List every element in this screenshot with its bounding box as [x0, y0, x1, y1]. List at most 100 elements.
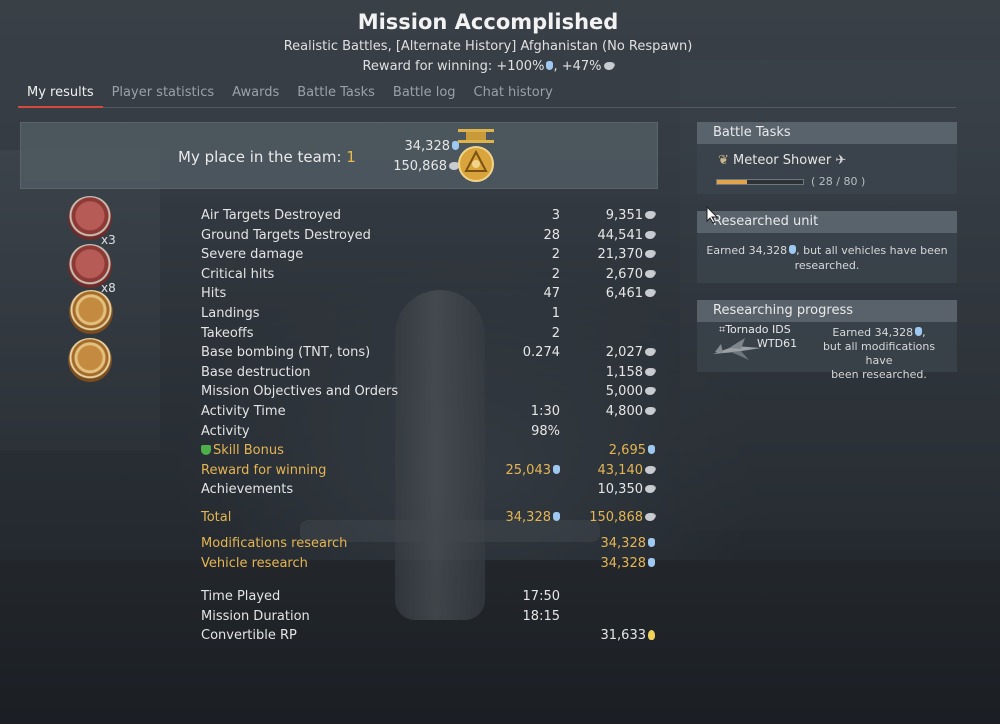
- researched-unit-header: Researched unit: [697, 211, 957, 233]
- result-label-text: Achievements: [201, 482, 294, 498]
- task-wings-icon: ❦: [718, 153, 729, 168]
- result-row-10: Activity Time 1:30 4,800: [0, 404, 660, 424]
- result-label-text: Base bombing (TNT, tons): [201, 345, 371, 361]
- result-count: 2: [460, 326, 560, 341]
- research-progress-message: Earned 34,328, but all modifications hav…: [822, 326, 936, 381]
- research-points-icon: [648, 558, 655, 567]
- silver-lions-icon: [645, 230, 655, 239]
- result-reward: 150,868: [540, 510, 655, 525]
- silver-lions-icon: [645, 485, 655, 494]
- place-rp-total: 34,328: [351, 139, 459, 154]
- silver-lions-icon: [645, 513, 655, 521]
- result-label-text: Hits: [201, 286, 227, 302]
- research-points-icon: [648, 445, 655, 455]
- battle-task-progress-fill: [717, 180, 748, 184]
- silver-lions-icon: [645, 367, 655, 376]
- team-place-panel: My place in the team: 1 34,328 150,868: [20, 122, 658, 189]
- team-place-text: My place in the team:: [178, 148, 347, 166]
- result-row-total: Total 34,328 150,868: [0, 510, 660, 530]
- research-points-icon: [915, 327, 923, 336]
- result-label: Time Played: [201, 589, 280, 604]
- result-reward-value: 44,541: [597, 227, 644, 243]
- result-reward-value: 31,633: [600, 628, 647, 643]
- battle-task-name: Meteor Shower: [733, 153, 832, 168]
- result-count-value: 1: [551, 306, 560, 321]
- battle-task-item[interactable]: ❦ Meteor Shower ✈: [718, 153, 846, 168]
- result-reward-value: 150,868: [589, 510, 643, 525]
- battle-tasks-panel: Battle Tasks ❦ Meteor Shower ✈ ( 28 / 80…: [697, 122, 957, 194]
- result-reward-value: 2,695: [608, 443, 646, 459]
- result-reward-value: 2,027: [605, 345, 643, 361]
- place-sl-value: 150,868: [393, 159, 447, 174]
- result-row-0: Air Targets Destroyed 3 9,351: [0, 208, 660, 228]
- result-reward-value: 9,351: [605, 208, 643, 223]
- battle-task-progress-text: ( 28 / 80 ): [811, 175, 866, 188]
- silver-lions-icon: [645, 250, 655, 259]
- research-unit-line1: ⌗Tornado IDS: [719, 323, 791, 336]
- mission-subtitle: Realistic Battles, [Alternate History] A…: [283, 39, 693, 54]
- research-msg-line3: been researched.: [831, 368, 927, 381]
- result-label-text: Landings: [201, 306, 260, 321]
- result-row-12: Skill Bonus 2,695: [0, 443, 660, 463]
- result-row-3: Critical hits 2 2,670: [0, 267, 660, 287]
- result-count-value: 18:15: [522, 609, 560, 624]
- silver-lions-icon: [645, 289, 655, 298]
- tab-battle-log[interactable]: Battle log: [384, 82, 465, 108]
- result-label-text: Mission Duration: [201, 609, 310, 624]
- result-label-text: Total: [201, 510, 232, 525]
- result-label-text: Reward for winning: [201, 462, 327, 478]
- tab-my-results[interactable]: My results: [18, 82, 103, 108]
- result-label-text: Convertible RP: [201, 628, 297, 643]
- result-label: Base bombing (TNT, tons): [201, 345, 370, 360]
- result-row-1: Ground Targets Destroyed 28 44,541: [0, 228, 660, 248]
- result-row-convertible-rp: Convertible RP 31,633: [0, 628, 660, 648]
- result-row-13: Reward for winning 25,043 43,140: [0, 463, 660, 483]
- result-reward: 34,328: [540, 556, 655, 571]
- convertible-rp-icon: [648, 630, 655, 640]
- result-reward: 2,695: [540, 443, 655, 458]
- result-label-text: Time Played: [201, 589, 281, 604]
- skill-bonus-icon: [201, 445, 211, 456]
- result-label-text: Takeoffs: [201, 325, 254, 341]
- tab-battle-tasks[interactable]: Battle Tasks: [288, 82, 384, 108]
- result-label-text: Severe damage: [201, 247, 304, 263]
- result-label: Hits: [201, 286, 226, 301]
- tab-chat-history[interactable]: Chat history: [465, 82, 562, 108]
- battle-task-progress-bar: [716, 179, 804, 185]
- result-reward: 44,541: [540, 228, 655, 243]
- win-reward-sl-text: , +47%: [553, 59, 602, 74]
- result-label: Base destruction: [201, 365, 311, 380]
- result-row-2: Severe damage 2 21,370: [0, 247, 660, 267]
- result-label: Activity: [201, 424, 250, 439]
- result-row-mission-duration: Mission Duration 18:15: [0, 609, 660, 629]
- result-label-text: Critical hits: [201, 266, 275, 282]
- result-count: 18:15: [460, 609, 560, 624]
- result-row-8: Base destruction 1,158: [0, 365, 660, 385]
- result-label-text: Activity Time: [201, 404, 286, 419]
- first-place-medal-icon: [458, 129, 494, 182]
- result-label: Achievements: [201, 482, 293, 497]
- result-reward-value: 2,670: [605, 266, 643, 282]
- mouse-cursor-icon: [706, 206, 718, 224]
- research-earned: Earned 34,328: [832, 326, 914, 339]
- silver-lions-icon: [645, 465, 655, 474]
- win-reward-line: Reward for winning: +100% , +47%: [0, 59, 976, 74]
- result-label: Activity Time: [201, 404, 286, 419]
- result-reward: 4,800: [540, 404, 655, 419]
- aircraft-icon: ✈: [835, 153, 847, 168]
- tab-player-statistics[interactable]: Player statistics: [103, 82, 224, 108]
- researched-unit-panel: Researched unit Earned 34,328 , but all v…: [697, 211, 957, 283]
- researched-earned: Earned 34,328: [706, 244, 788, 257]
- result-reward: 9,351: [540, 208, 655, 223]
- page-title: Mission Accomplished: [357, 10, 619, 34]
- tornado-aircraft-icon: [713, 338, 761, 360]
- result-row-9: Mission Objectives and Orders 5,000: [0, 384, 660, 404]
- result-label-text: Air Targets Destroyed: [201, 208, 341, 223]
- tab-awards[interactable]: Awards: [223, 82, 288, 108]
- result-label-text: Base destruction: [201, 364, 311, 380]
- result-label: Severe damage: [201, 247, 303, 262]
- battle-tasks-header: Battle Tasks: [697, 122, 957, 144]
- result-label: Convertible RP: [201, 628, 297, 643]
- result-reward-value: 4,800: [605, 404, 643, 419]
- result-label: Modifications research: [201, 536, 347, 551]
